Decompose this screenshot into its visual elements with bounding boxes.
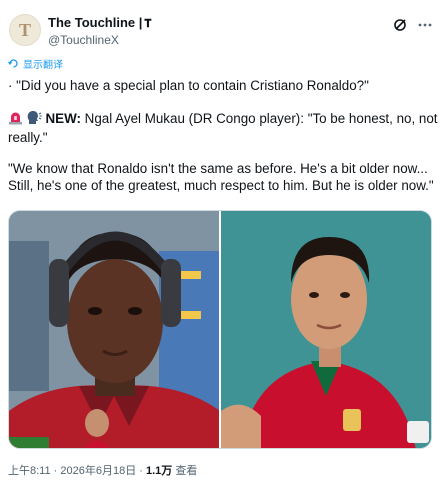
photo-mukau[interactable] — [9, 211, 219, 448]
timestamp-separator-2: · — [136, 465, 146, 477]
tweet-line-statement: "We know that Ronaldo isn't the same as … — [8, 161, 434, 193]
display-name[interactable]: The Touchline | 𝐓 — [48, 15, 152, 32]
photo-ronaldo[interactable] — [221, 211, 431, 448]
avatar[interactable]: T — [9, 14, 41, 46]
photo-ronaldo-illustration — [221, 211, 431, 448]
tweet-date[interactable]: 2026年6月18日 — [60, 465, 136, 477]
translate-icon — [8, 58, 19, 73]
display-name-text[interactable]: The Touchline | — [48, 15, 142, 30]
tweet-body: 显示翻译 · "Did you have a special plan to c… — [8, 58, 438, 208]
photo-mukau-illustration — [9, 211, 219, 448]
media-grid — [8, 210, 432, 449]
tweet-timestamp[interactable]: 上午8:11 · 2026年6月18日 · 1.1万 查看 — [8, 462, 197, 478]
show-translation-link[interactable]: 显示翻译 — [8, 58, 438, 73]
handle[interactable]: @TouchlineX — [48, 32, 152, 48]
view-count: 1.1万 — [145, 465, 173, 477]
tweet-time[interactable]: 上午8:11 — [8, 465, 51, 477]
timestamp-separator: · — [50, 465, 61, 477]
new-label: NEW: — [45, 111, 81, 126]
tweet-line-quote: NEW: Ngal Ayel Mukau (DR Congo player): … — [8, 110, 438, 146]
translate-label[interactable]: 显示翻译 — [23, 60, 63, 72]
tweet-header: T The Touchline | 𝐓 @TouchlineX — [8, 14, 437, 48]
account-badge: 𝐓 — [144, 18, 152, 30]
speaking-head-emoji — [27, 110, 42, 129]
author-block: The Touchline | 𝐓 @TouchlineX — [48, 15, 152, 48]
grok-icon[interactable] — [393, 18, 407, 32]
siren-emoji — [8, 110, 23, 129]
more-icon[interactable] — [417, 18, 433, 32]
tweet-line-question: · "Did you have a special plan to contai… — [8, 78, 369, 93]
header-actions — [393, 18, 433, 32]
avatar-letter: T — [18, 20, 31, 40]
views-label: 查看 — [172, 465, 198, 477]
